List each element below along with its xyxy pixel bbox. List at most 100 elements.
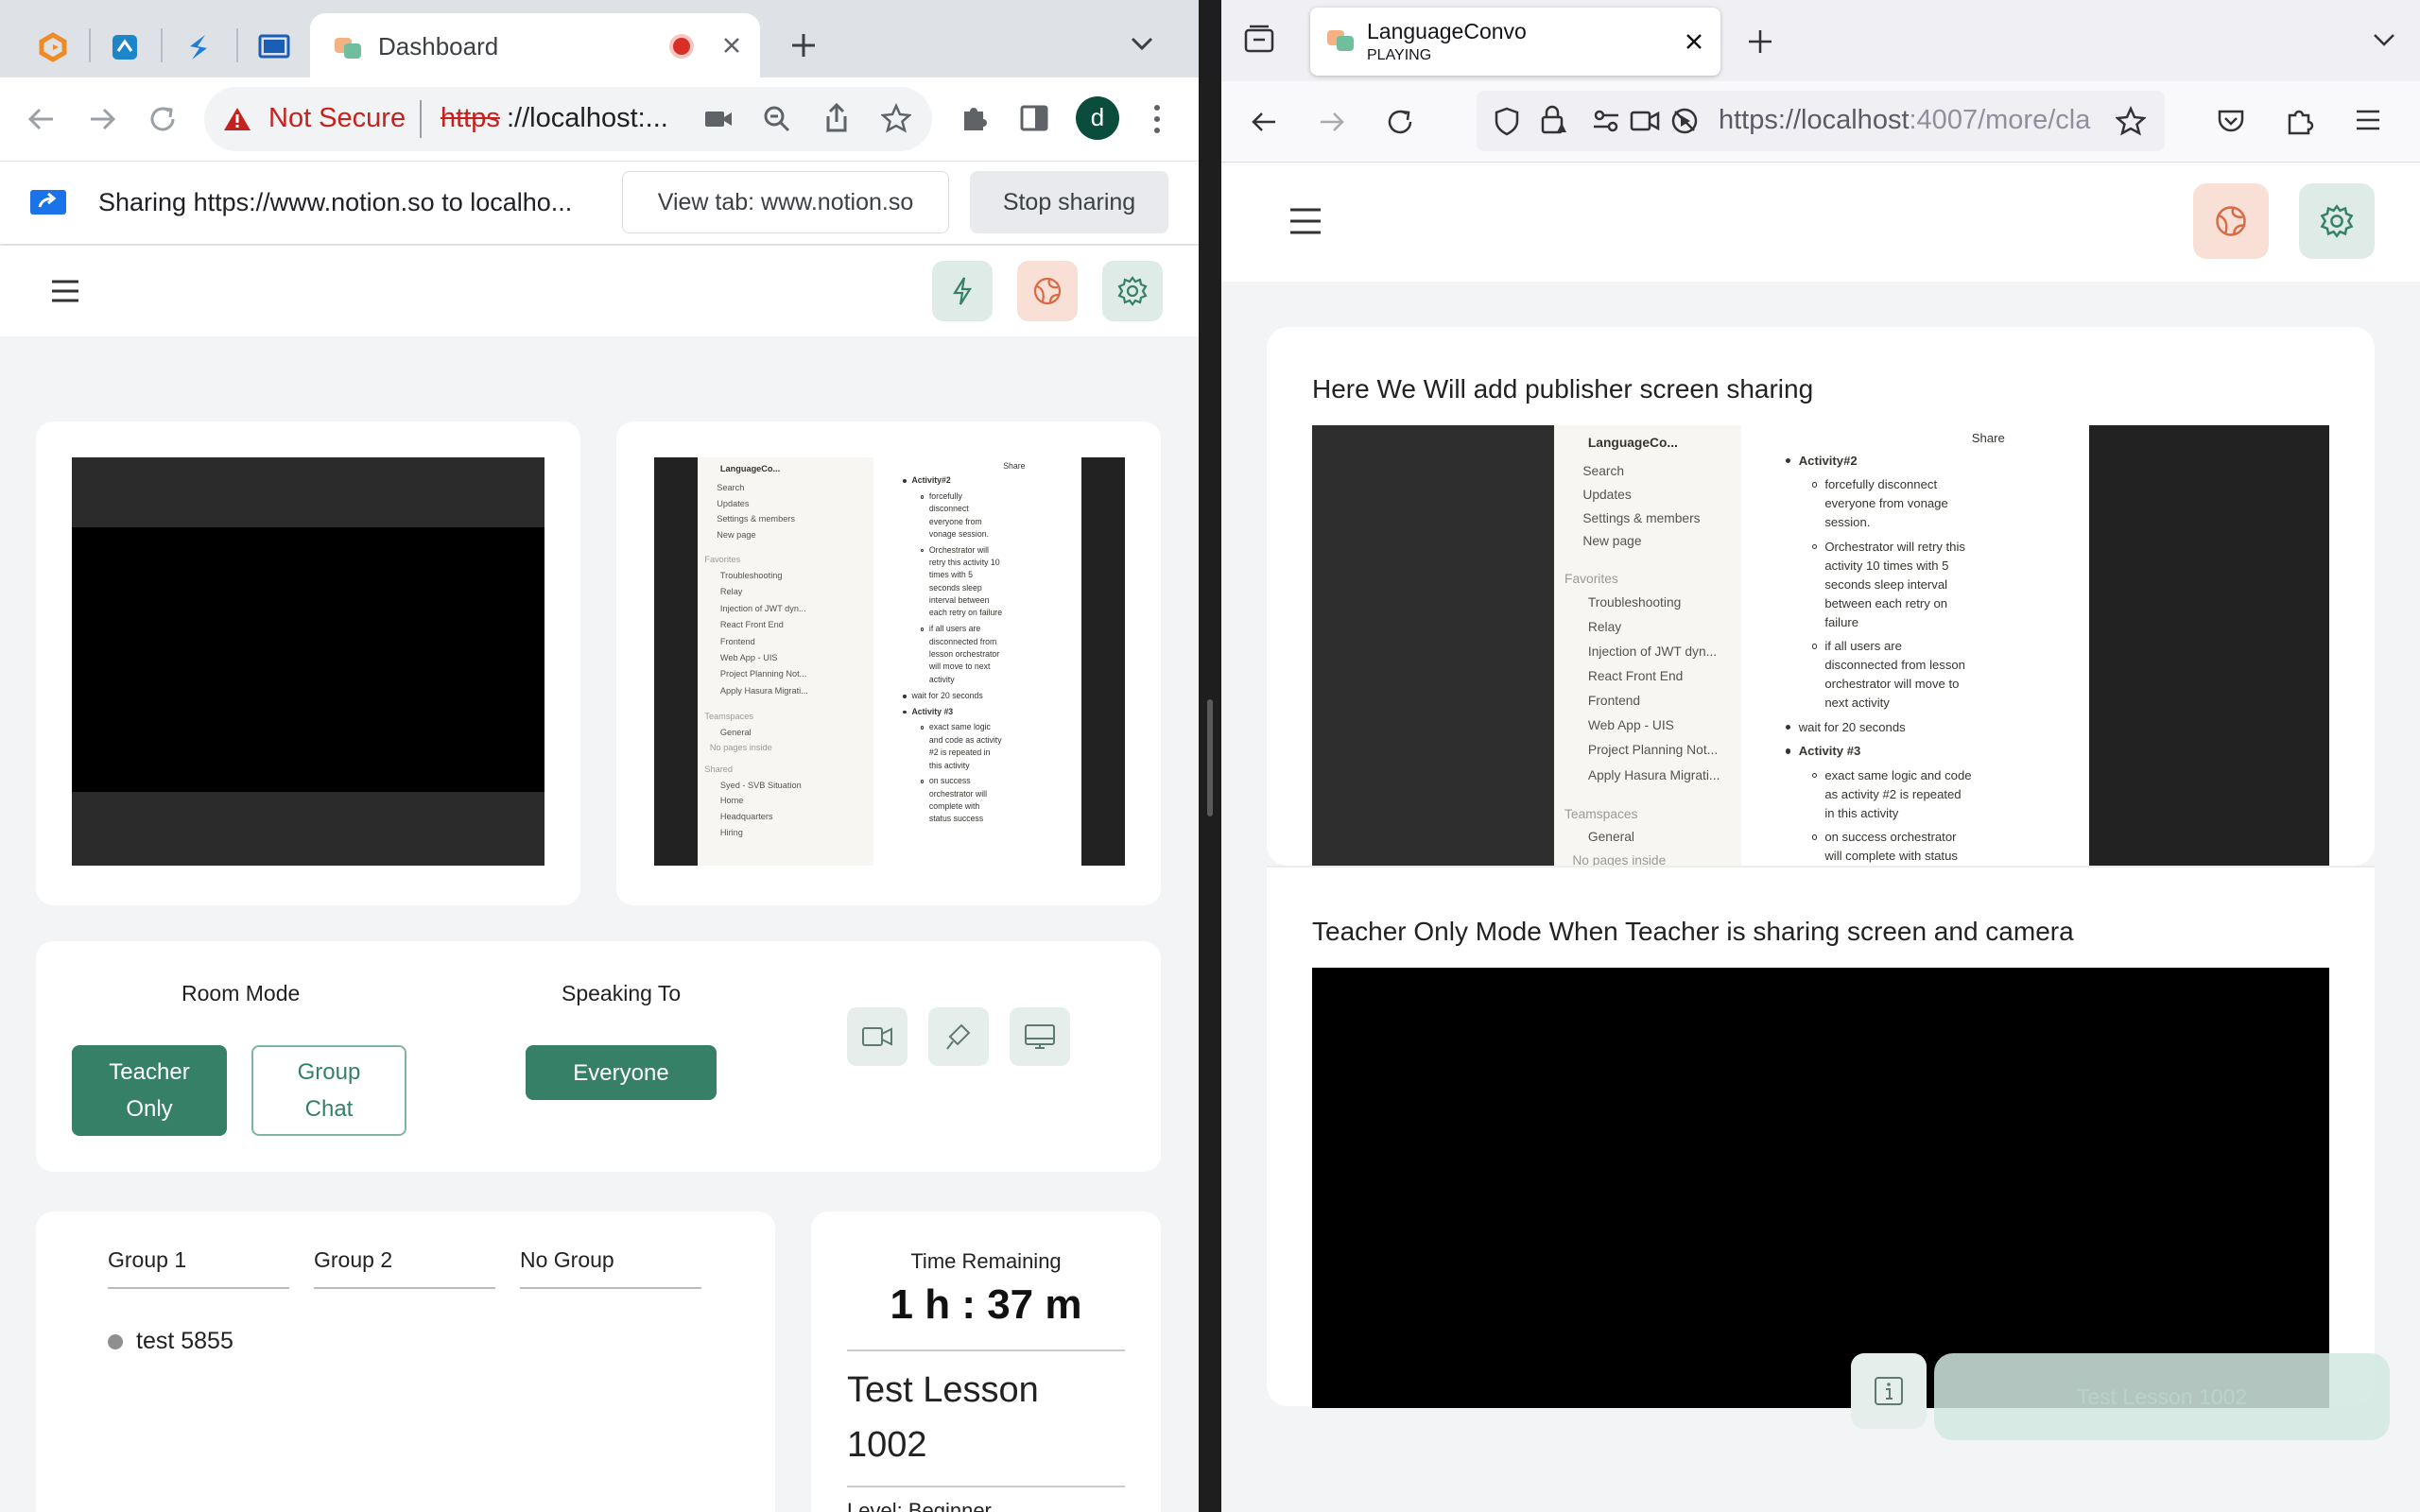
bookmark-star-icon[interactable] [881, 103, 911, 133]
url-bar[interactable]: https://localhost:4007/more/cla [1477, 91, 2165, 151]
blue-s-logo-icon[interactable] [172, 21, 225, 74]
not-secure-label: Not Secure [268, 103, 406, 133]
section-label: Shared [704, 765, 733, 775]
tab-languageconvo[interactable]: LanguageConvo PLAYING [1310, 8, 1720, 76]
tab-dashboard[interactable]: Dashboard [310, 13, 760, 77]
split-view-divider[interactable] [1199, 0, 1221, 1512]
shield-icon[interactable] [1494, 106, 1520, 136]
app-logo-orange-icon[interactable] [26, 21, 79, 74]
new-tab-icon[interactable] [786, 28, 821, 62]
lock-warning-icon[interactable] [1539, 104, 1567, 136]
sidebar-page: Frontend [719, 636, 755, 646]
back-icon[interactable] [1248, 106, 1280, 138]
pocket-icon[interactable] [2216, 106, 2246, 136]
forward-icon[interactable] [85, 102, 119, 136]
tab-group-1[interactable]: Group 1 [108, 1211, 289, 1289]
tab-status: PLAYING [1367, 47, 1432, 63]
stop-sharing-button[interactable]: Stop sharing [970, 171, 1168, 233]
screen-share-toggle-button[interactable] [1010, 1007, 1070, 1066]
tab-group-2[interactable]: Group 2 [314, 1211, 495, 1289]
extensions-icon[interactable] [2284, 104, 2316, 136]
list-all-tabs-icon[interactable] [2371, 30, 2397, 49]
bullet-dot [920, 548, 925, 553]
hamburger-menu-icon[interactable] [1288, 206, 1323, 236]
view-tab-button[interactable]: View tab: www.notion.so [622, 171, 949, 233]
sidebar-item: Updates [1582, 487, 1632, 502]
chevron-down-icon[interactable] [1129, 34, 1155, 53]
camera-toggle-button[interactable] [847, 1007, 908, 1066]
bullet-dot [1811, 834, 1818, 840]
screen-share-card: LanguageCo... Search Updates Settings & mem… [616, 421, 1161, 905]
tab-title: LanguageConvo [1367, 19, 1527, 43]
share-page-icon[interactable] [822, 102, 851, 134]
back-icon[interactable] [25, 102, 59, 136]
camera-in-use-icon[interactable] [703, 106, 734, 132]
sidebar-page: React Front End [1587, 669, 1684, 684]
close-tab-icon[interactable] [718, 32, 745, 59]
hamburger-menu-icon[interactable] [49, 278, 81, 304]
left-browser-window: Dashboard Not Secure https://localhost:… [0, 0, 1199, 1512]
teacher-only-button[interactable]: Teacher Only [72, 1045, 227, 1136]
bullet-dot [903, 694, 907, 698]
notion-bullet: Activity #3 [1798, 744, 1861, 759]
sidebar-page: Hiring [719, 827, 743, 837]
app-menu-icon[interactable] [2354, 108, 2382, 132]
bullet-dot [920, 779, 925, 783]
settings-button[interactable] [2299, 183, 2375, 259]
sidebar-page: Apply Hasura Migrati... [719, 685, 808, 696]
sidebar-page: Troubleshooting [719, 570, 783, 580]
omnibox[interactable]: Not Secure https ://localhost:... [204, 87, 932, 151]
sidebar-page: Troubleshooting [1587, 594, 1682, 610]
bullet-dot [1811, 482, 1818, 488]
reload-icon[interactable] [1384, 106, 1416, 138]
blue-doc-icon[interactable] [98, 21, 151, 74]
extensions-icon[interactable] [959, 102, 991, 134]
tab-no-group[interactable]: No Group [520, 1211, 701, 1289]
forward-icon[interactable] [1316, 106, 1348, 138]
lesson-title: Test Lesson 1002 [847, 1370, 1039, 1465]
reload-icon[interactable] [146, 102, 180, 136]
profile-avatar[interactable]: d [1076, 96, 1119, 140]
lesson-toast[interactable]: Test Lesson 1002 [1934, 1353, 2390, 1440]
bullet-dot [1785, 724, 1791, 730]
globe-button[interactable] [2193, 183, 2269, 259]
globe-button[interactable] [1017, 261, 1078, 321]
firefox-view-icon[interactable] [1242, 23, 1276, 57]
notion-bullet: wait for 20 seconds [911, 691, 983, 701]
groups-card: Group 1 Group 2 No Group test 5855 [36, 1211, 775, 1512]
new-tab-icon[interactable] [1745, 26, 1775, 57]
sidebar-page: Web App - UIS [719, 652, 778, 662]
side-panel-icon[interactable] [1019, 104, 1049, 132]
sidebar-item: Settings & members [717, 514, 795, 524]
firefox-tab-bar: LanguageConvo PLAYING [1221, 0, 2420, 81]
notion-bullet: if all users are disconnected from lesso… [928, 624, 1000, 684]
bookmark-star-icon[interactable] [2116, 106, 2146, 136]
microphone-toggle-button[interactable] [928, 1007, 989, 1066]
permissions-icon[interactable] [1592, 108, 1620, 134]
workspace-name: LanguageCo... [719, 464, 781, 474]
teacher-video [1312, 968, 2329, 1408]
lightning-button[interactable] [932, 261, 993, 321]
notion-bullet: on success orchestrator will complete wi… [1824, 830, 1958, 864]
camera-in-use-icon[interactable] [1630, 108, 1660, 134]
autoplay-blocked-icon[interactable] [1669, 106, 1700, 136]
status-dot [108, 1334, 123, 1349]
more-menu-icon[interactable] [1146, 100, 1168, 138]
url-text[interactable]: https://localhost:4007/more/cla [1719, 105, 2116, 136]
group-chat-button[interactable]: Group Chat [251, 1045, 406, 1136]
bullet-dot [903, 710, 907, 714]
zoom-icon[interactable] [762, 104, 792, 134]
camera-video-card [36, 421, 580, 905]
everyone-button[interactable]: Everyone [526, 1045, 717, 1100]
member-name: test 5855 [136, 1328, 233, 1354]
settings-button[interactable] [1102, 261, 1163, 321]
section-heading: Teacher Only Mode When Teacher is sharin… [1312, 917, 2074, 946]
sidebar-page: General [719, 727, 752, 737]
info-button[interactable] [1851, 1353, 1927, 1429]
sharing-icon [28, 188, 68, 218]
workspace-name: LanguageCo... [1587, 436, 1678, 451]
close-tab-icon[interactable] [1683, 30, 1705, 53]
screen-icon[interactable] [248, 21, 301, 74]
notion-bullet: forcefully disconnect everyone from vona… [1824, 477, 1948, 530]
bullet-dot [920, 726, 925, 730]
